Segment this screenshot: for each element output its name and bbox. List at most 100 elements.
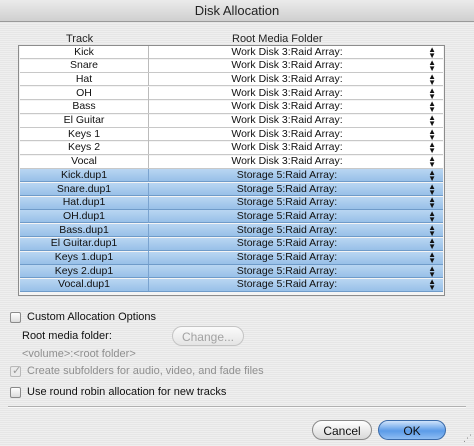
updown-arrows-icon: ▲ ▼ bbox=[428, 99, 436, 115]
table-row[interactable]: Hat.dup1 Storage 5:Raid Array: ▲ ▼ bbox=[20, 195, 443, 211]
folder-path-text: Work Disk 3:Raid Array: bbox=[231, 127, 343, 140]
table-row[interactable]: Vocal Work Disk 3:Raid Array: ▲ ▼ bbox=[20, 154, 443, 170]
folder-path-text: Work Disk 3:Raid Array: bbox=[231, 45, 343, 58]
folder-path-text: Work Disk 3:Raid Array: bbox=[231, 72, 343, 85]
updown-arrows-icon: ▲ ▼ bbox=[428, 263, 436, 279]
custom-allocation-option[interactable]: Custom Allocation Options bbox=[10, 311, 156, 323]
root-media-folder-popup[interactable]: Work Disk 3:Raid Array: ▲ ▼ bbox=[148, 58, 442, 74]
round-robin-label: Use round robin allocation for new track… bbox=[27, 386, 227, 398]
updown-arrows-icon: ▲ ▼ bbox=[428, 58, 436, 74]
table-row[interactable]: Kick.dup1 Storage 5:Raid Array: ▲ ▼ bbox=[20, 167, 443, 183]
track-name-cell: El Guitar bbox=[63, 114, 105, 126]
folder-path-text: Storage 5:Raid Array: bbox=[236, 168, 338, 181]
updown-arrows-icon: ▲ ▼ bbox=[428, 140, 436, 156]
track-name-cell: Bass.dup1 bbox=[59, 223, 109, 236]
folder-path-text: Storage 5:Raid Array: bbox=[236, 209, 338, 222]
folder-path-text: Work Disk 3:Raid Array: bbox=[231, 114, 343, 126]
root-media-folder-popup[interactable]: Work Disk 3:Raid Array: ▲ ▼ bbox=[148, 140, 442, 156]
track-name-cell: Hat.dup1 bbox=[62, 196, 106, 209]
custom-allocation-label: Custom Allocation Options bbox=[27, 311, 157, 323]
root-media-folder-popup[interactable]: Storage 5:Raid Array: ▲ ▼ bbox=[148, 181, 442, 197]
track-name-cell: Vocal.dup1 bbox=[58, 278, 110, 291]
updown-arrows-icon: ▲ ▼ bbox=[428, 126, 436, 142]
track-name-cell: Keys 2.dup1 bbox=[54, 264, 114, 277]
root-media-folder-popup[interactable]: Work Disk 3:Raid Array: ▲ ▼ bbox=[148, 71, 442, 87]
updown-arrows-icon: ▲ ▼ bbox=[428, 181, 436, 197]
table-row[interactable]: El Guitar.dup1 Storage 5:Raid Array: ▲ ▼ bbox=[20, 237, 443, 251]
folder-path-text: Storage 5:Raid Array: bbox=[236, 251, 338, 263]
root-media-folder-popup[interactable]: Work Disk 3:Raid Array: ▲ ▼ bbox=[148, 113, 442, 128]
cancel-button[interactable]: Cancel bbox=[312, 420, 372, 440]
updown-arrows-icon: ▲ ▼ bbox=[428, 71, 436, 87]
root-media-folder-popup[interactable]: Work Disk 3:Raid Array: ▲ ▼ bbox=[148, 86, 442, 100]
table-row[interactable]: Kick Work Disk 3:Raid Array: ▲ ▼ bbox=[20, 46, 443, 59]
round-robin-checkbox[interactable] bbox=[10, 386, 21, 398]
updown-arrows-icon: ▲ ▼ bbox=[428, 113, 436, 128]
track-name-cell: OH bbox=[76, 86, 92, 99]
root-media-folder-popup[interactable]: Work Disk 3:Raid Array: ▲ ▼ bbox=[148, 99, 442, 115]
updown-arrows-icon: ▲ ▼ bbox=[428, 45, 436, 60]
track-name-cell: Vocal bbox=[71, 155, 97, 168]
root-media-folder-popup[interactable]: Work Disk 3:Raid Array: ▲ ▼ bbox=[148, 154, 442, 170]
create-subfolders-label: Create subfolders for audio, video, and … bbox=[27, 365, 264, 377]
window-title-bar[interactable]: Disk Allocation bbox=[0, 0, 474, 22]
root-media-folder-popup[interactable]: Storage 5:Raid Array: ▲ ▼ bbox=[148, 277, 442, 293]
resize-grip-icon[interactable]: ⋰ bbox=[463, 433, 472, 444]
updown-arrows-icon: ▲ ▼ bbox=[428, 167, 436, 183]
checkmark-icon: ✓ bbox=[12, 364, 22, 377]
folder-path-text: Work Disk 3:Raid Array: bbox=[231, 59, 343, 72]
root-media-folder-popup[interactable]: Storage 5:Raid Array: ▲ ▼ bbox=[148, 195, 442, 211]
table-row[interactable]: Vocal.dup1 Storage 5:Raid Array: ▲ ▼ bbox=[20, 277, 443, 293]
folder-path-text: Storage 5:Raid Array: bbox=[236, 196, 338, 209]
column-header-root-media-folder[interactable]: Root Media Folder bbox=[232, 33, 323, 45]
table-row[interactable]: Keys 2 Work Disk 3:Raid Array: ▲ ▼ bbox=[20, 140, 443, 156]
folder-path-text: Work Disk 3:Raid Array: bbox=[231, 86, 343, 99]
updown-arrows-icon: ▲ ▼ bbox=[428, 208, 436, 224]
column-header-track[interactable]: Track bbox=[66, 33, 93, 45]
create-subfolders-option[interactable]: ✓ Create subfolders for audio, video, an… bbox=[10, 365, 264, 377]
folder-path-text: Storage 5:Raid Array: bbox=[236, 182, 338, 195]
track-name-cell: Kick bbox=[74, 45, 94, 58]
change-button[interactable]: Change... bbox=[172, 326, 244, 346]
updown-arrows-icon: ▲ ▼ bbox=[428, 195, 436, 211]
updown-arrows-icon: ▲ ▼ bbox=[428, 222, 436, 238]
table-row[interactable]: Bass.dup1 Storage 5:Raid Array: ▲ ▼ bbox=[20, 222, 443, 238]
track-name-cell: Keys 2 bbox=[67, 141, 101, 154]
root-media-folder-label: Root media folder: bbox=[22, 330, 112, 342]
table-row[interactable]: OH Work Disk 3:Raid Array: ▲ ▼ bbox=[20, 86, 443, 101]
root-media-folder-popup[interactable]: Storage 5:Raid Array: ▲ ▼ bbox=[148, 222, 442, 238]
root-media-folder-popup[interactable]: Storage 5:Raid Array: ▲ ▼ bbox=[148, 263, 442, 279]
track-name-cell: Kick.dup1 bbox=[60, 168, 108, 181]
root-media-folder-popup[interactable]: Work Disk 3:Raid Array: ▲ ▼ bbox=[148, 126, 442, 142]
updown-arrows-icon: ▲ ▼ bbox=[428, 250, 436, 265]
table-row[interactable]: OH.dup1 Storage 5:Raid Array: ▲ ▼ bbox=[20, 208, 443, 224]
root-media-folder-popup[interactable]: Storage 5:Raid Array: ▲ ▼ bbox=[148, 250, 442, 265]
table-row[interactable]: Keys 1 Work Disk 3:Raid Array: ▲ ▼ bbox=[20, 126, 443, 142]
create-subfolders-checkbox[interactable]: ✓ bbox=[10, 364, 22, 377]
table-row[interactable]: Snare.dup1 Storage 5:Raid Array: ▲ ▼ bbox=[20, 181, 443, 197]
track-name-cell: Hat bbox=[75, 72, 93, 85]
table-row[interactable]: El Guitar Work Disk 3:Raid Array: ▲ ▼ bbox=[20, 113, 443, 128]
round-robin-option[interactable]: Use round robin allocation for new track… bbox=[10, 386, 226, 398]
updown-arrows-icon: ▲ ▼ bbox=[428, 154, 436, 170]
footer-separator bbox=[8, 406, 466, 408]
root-media-folder-popup[interactable]: Storage 5:Raid Array: ▲ ▼ bbox=[148, 208, 442, 224]
root-media-folder-popup[interactable]: Storage 5:Raid Array: ▲ ▼ bbox=[148, 237, 442, 251]
ok-button[interactable]: OK bbox=[378, 420, 446, 440]
root-media-folder-popup[interactable]: Work Disk 3:Raid Array: ▲ ▼ bbox=[148, 46, 442, 59]
table-row[interactable]: Keys 2.dup1 Storage 5:Raid Array: ▲ ▼ bbox=[20, 263, 443, 279]
root-media-folder-popup[interactable]: Storage 5:Raid Array: ▲ ▼ bbox=[148, 167, 442, 183]
table-row[interactable]: Bass Work Disk 3:Raid Array: ▲ ▼ bbox=[20, 99, 443, 115]
track-name-cell: El Guitar.dup1 bbox=[50, 237, 118, 250]
table-row[interactable]: Keys 1.dup1 Storage 5:Raid Array: ▲ ▼ bbox=[20, 250, 443, 265]
track-name-cell: Keys 1.dup1 bbox=[54, 251, 114, 263]
window-title: Disk Allocation bbox=[194, 3, 280, 18]
track-name-cell: Snare.dup1 bbox=[56, 182, 112, 195]
folder-path-text: Storage 5:Raid Array: bbox=[236, 264, 338, 277]
custom-allocation-checkbox[interactable] bbox=[10, 311, 21, 323]
folder-path-text: Work Disk 3:Raid Array: bbox=[231, 155, 343, 168]
table-row[interactable]: Snare Work Disk 3:Raid Array: ▲ ▼ bbox=[20, 58, 443, 74]
table-row[interactable]: Hat Work Disk 3:Raid Array: ▲ ▼ bbox=[20, 71, 443, 87]
updown-arrows-icon: ▲ ▼ bbox=[428, 277, 436, 293]
folder-path-text: Work Disk 3:Raid Array: bbox=[231, 100, 343, 113]
